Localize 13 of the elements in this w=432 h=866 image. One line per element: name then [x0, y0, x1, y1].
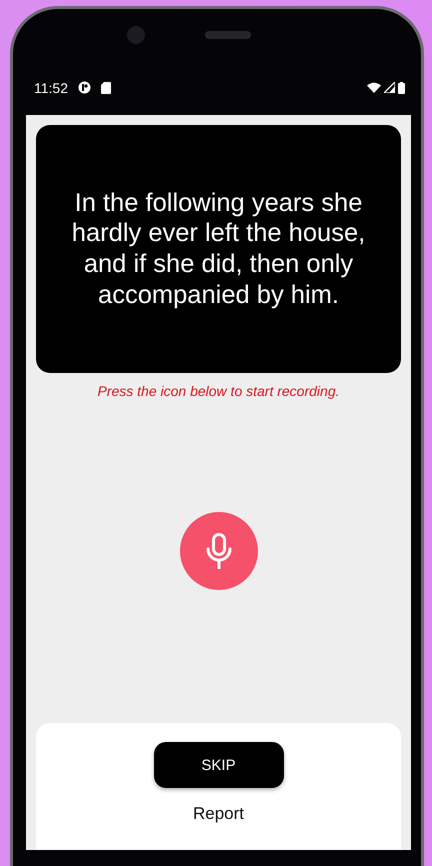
sd-card-icon — [101, 82, 111, 94]
speaker-grille — [204, 30, 250, 38]
microphone-icon — [206, 533, 232, 569]
skip-button[interactable]: SKIP — [154, 742, 284, 788]
recording-hint: Press the icon below to start recording. — [96, 383, 340, 399]
battery-icon — [398, 82, 405, 94]
prompt-sentence: In the following years she hardly ever left the house, and if she did, then only accompanied by him. — [70, 188, 366, 310]
signal-icon — [384, 82, 395, 93]
notification-icon — [78, 81, 91, 94]
camera-icon — [126, 26, 144, 44]
report-link[interactable]: Report — [192, 804, 244, 824]
wifi-icon — [367, 82, 381, 93]
status-time: 11:52 — [34, 80, 68, 96]
